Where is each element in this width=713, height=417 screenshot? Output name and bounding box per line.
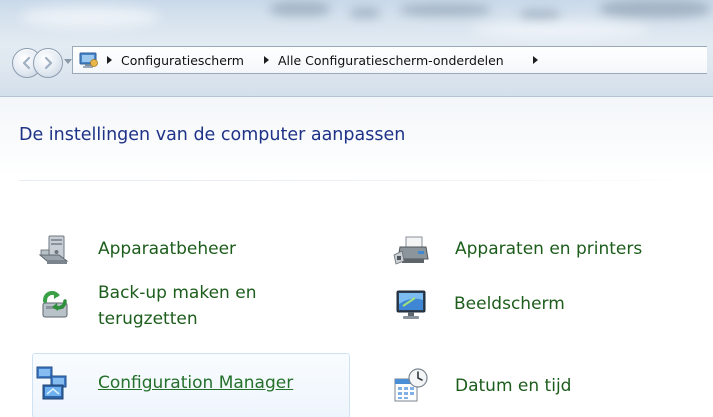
item-datum-en-tijd[interactable]: Datum en tijd [388, 363, 708, 409]
item-back-up-maken-en-terugzetten[interactable]: Back-up maken en terugzetten [32, 275, 352, 337]
backup-restore-icon [42, 291, 68, 318]
devices-printers-icon [393, 236, 429, 265]
recent-pages-dropdown-icon[interactable] [64, 59, 72, 64]
item-label: Datum en tijd [455, 376, 572, 396]
control-panel-icon [79, 52, 98, 68]
item-label: Apparaatbeheer [98, 239, 237, 259]
breadcrumb-separator-icon[interactable] [533, 56, 538, 64]
breadcrumb-alle-onderdelen[interactable]: Alle Configuratiescherm-onderdelen [278, 53, 504, 68]
item-label: Beeldscherm [454, 294, 565, 314]
device-manager-icon [38, 235, 69, 264]
date-time-icon [394, 368, 428, 402]
window-titlebar: Configuratiescherm Alle Configuratiesche… [0, 0, 713, 96]
item-beeldscherm[interactable]: Beeldscherm [388, 286, 708, 326]
item-configuration-manager[interactable]: Configuration Manager [32, 353, 350, 417]
page-title: De instellingen van de computer aanpasse… [19, 125, 406, 145]
breadcrumb-configuratiescherm[interactable]: Configuratiescherm [121, 53, 244, 68]
breadcrumb-separator-icon[interactable] [107, 56, 112, 64]
divider [19, 180, 709, 181]
display-icon [396, 290, 426, 319]
forward-arrow-icon [44, 56, 53, 70]
address-bar[interactable]: Configuratiescherm Alle Configuratiesche… [72, 46, 707, 74]
configuration-manager-icon [36, 366, 67, 400]
item-label: Configuration Manager [98, 373, 294, 393]
breadcrumb-separator-icon[interactable] [264, 56, 269, 64]
control-panel-content: De instellingen van de computer aanpasse… [0, 96, 713, 417]
back-arrow-icon [22, 56, 31, 70]
item-label: Apparaten en printers [455, 239, 643, 259]
item-apparaten-en-printers[interactable]: Apparaten en printers [388, 231, 708, 271]
forward-button[interactable] [33, 48, 63, 78]
item-label-line2: terugzetten [98, 309, 198, 329]
item-label-line1: Back-up maken en [98, 283, 257, 303]
item-apparaatbeheer[interactable]: Apparaatbeheer [32, 231, 352, 271]
